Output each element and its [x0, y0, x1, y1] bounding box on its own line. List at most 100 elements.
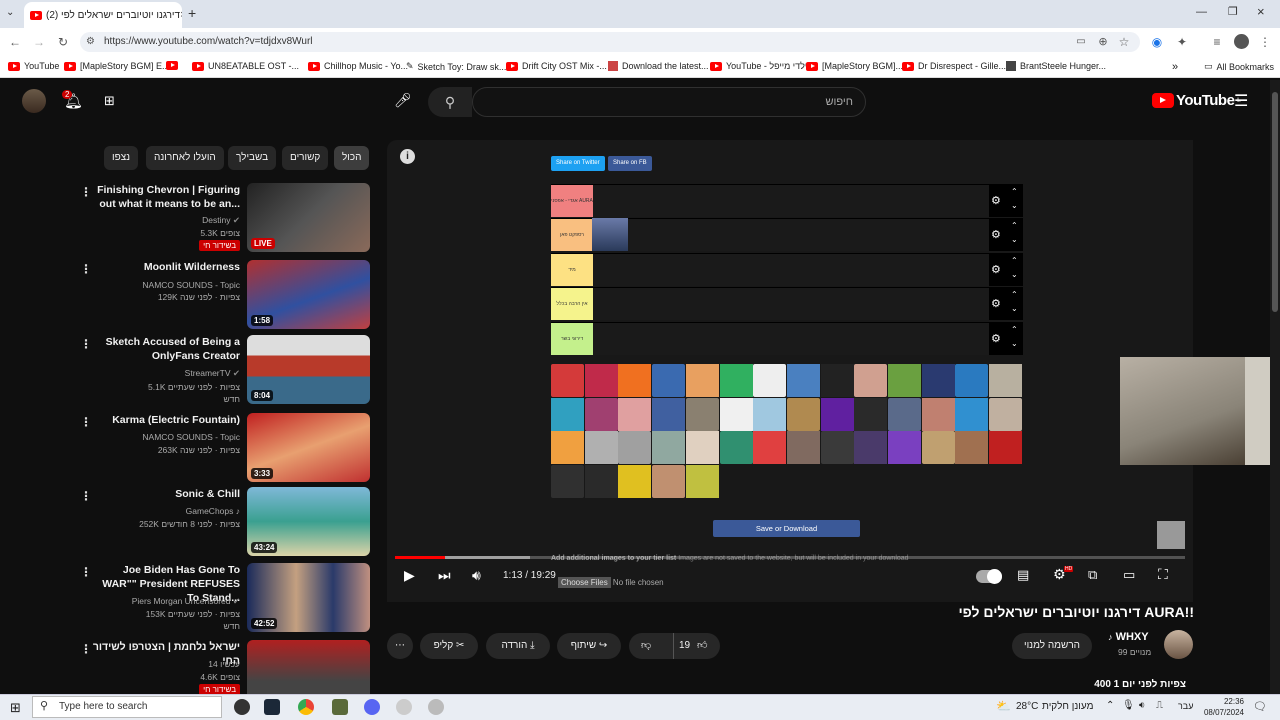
tier-settings-gear-icon[interactable]: ⚙: [991, 332, 1001, 345]
bookmarks-overflow-icon[interactable]: »: [1172, 61, 1178, 73]
like-dislike-group[interactable]: 👎︎ 19 👍︎: [629, 633, 720, 659]
channel-name[interactable]: עכשיו 14: [80, 658, 240, 670]
tier-candidate-image[interactable]: [888, 397, 921, 431]
chip-watched[interactable]: נצפו: [104, 146, 139, 170]
tier-candidate-image[interactable]: [786, 397, 820, 431]
tier-candidate-image[interactable]: [786, 431, 820, 464]
more-options-icon[interactable]: ⋮: [80, 565, 92, 579]
browser-tab[interactable]: (2) דירגנו יוטיוברים ישראלים לפי ×: [24, 2, 182, 28]
tier-candidate-image[interactable]: [854, 364, 888, 397]
tier-candidate-image[interactable]: [753, 431, 787, 464]
video-thumbnail[interactable]: 1:58: [247, 260, 370, 329]
windows-start-icon[interactable]: ⊞: [10, 700, 21, 716]
tab-search-icon[interactable]: ⌄: [6, 7, 20, 21]
subscribe-button[interactable]: הרשמה למנוי: [1012, 633, 1092, 659]
bookmark-item[interactable]: [166, 61, 182, 70]
tier-label[interactable]: אגדי - אפסני AURA: [551, 185, 593, 217]
move-down-chevron-icon[interactable]: ⌄: [1011, 235, 1018, 244]
video-title[interactable]: Moonlit Wilderness: [90, 260, 240, 274]
mic-tray-icon[interactable]: 🎙︎: [1122, 700, 1135, 711]
more-options-icon[interactable]: ⋮: [80, 642, 92, 656]
tier-candidate-image[interactable]: [921, 364, 955, 397]
bookmark-item[interactable]: YouTube: [8, 61, 59, 71]
tier-candidate-image[interactable]: [753, 397, 787, 431]
tier-candidate-image[interactable]: [618, 431, 652, 464]
tier-candidate-image[interactable]: [551, 364, 584, 397]
share-twitter-button[interactable]: Share on Twitter: [551, 156, 605, 171]
menu-kebab-icon[interactable]: ⋮: [1256, 33, 1274, 51]
move-down-chevron-icon[interactable]: ⌄: [1011, 270, 1018, 279]
zoom-icon[interactable]: ⊕: [1094, 33, 1112, 51]
app-icon[interactable]: [332, 699, 348, 715]
tier-candidate-image[interactable]: [989, 431, 1023, 464]
tier-candidate-image[interactable]: [618, 464, 652, 498]
extension-icon[interactable]: ◉: [1148, 33, 1166, 51]
miniplayer-icon[interactable]: ⧉: [1088, 567, 1097, 583]
move-up-chevron-icon[interactable]: ⌃: [1011, 256, 1018, 265]
related-video[interactable]: 3:33 Karma (Electric Fountain) NAMCO SOU…: [70, 413, 370, 483]
video-title[interactable]: Karma (Electric Fountain): [90, 413, 240, 427]
chip-all[interactable]: הכול: [334, 146, 370, 170]
move-up-chevron-icon[interactable]: ⌃: [1011, 290, 1018, 299]
steam-icon[interactable]: [264, 699, 280, 715]
tier-candidate-image[interactable]: [551, 431, 584, 464]
more-options-icon[interactable]: ⋮: [80, 185, 92, 199]
close-tab-icon[interactable]: ×: [180, 9, 182, 21]
tier-candidate-image[interactable]: [719, 431, 753, 464]
volume-icon[interactable]: 🔊︎: [472, 567, 481, 584]
tier-candidate-image[interactable]: [584, 464, 618, 498]
minimize-icon[interactable]: —: [1196, 6, 1207, 18]
tier-candidate-image[interactable]: [618, 364, 652, 397]
tier-candidate-image[interactable]: [652, 464, 686, 498]
extensions-puzzle-icon[interactable]: ✦: [1173, 33, 1191, 51]
tier-candidate-image[interactable]: [584, 397, 618, 431]
tier-candidate-image[interactable]: [820, 397, 854, 431]
speaker-tray-icon[interactable]: 🔉︎: [1139, 700, 1145, 711]
profile-avatar[interactable]: [1234, 34, 1249, 49]
move-down-chevron-icon[interactable]: ⌄: [1011, 201, 1018, 210]
page-scrollbar[interactable]: [1270, 80, 1280, 694]
tier-candidate-image[interactable]: [685, 397, 719, 431]
tier-candidate-image[interactable]: [989, 397, 1023, 431]
tab-search-list-icon[interactable]: ≡: [1208, 33, 1226, 51]
tier-candidate-image[interactable]: [652, 364, 686, 397]
tier-candidate-image[interactable]: [685, 431, 719, 464]
tier-candidate-image[interactable]: [989, 364, 1023, 397]
more-options-icon[interactable]: ⋮: [80, 337, 92, 351]
tier-label[interactable]: רספקט פאן: [551, 219, 593, 252]
clock[interactable]: 22:36 08/07/2024: [1202, 696, 1244, 718]
tier-candidate-image[interactable]: [618, 397, 652, 431]
channel-name-main[interactable]: ♪ WHXY: [1108, 631, 1149, 643]
bookmark-item[interactable]: Chillhop Music - Yo...: [308, 61, 408, 71]
tier-candidate-image[interactable]: [753, 364, 787, 397]
video-thumbnail[interactable]: 8:04: [247, 335, 370, 404]
chip-related[interactable]: קשורים: [282, 146, 329, 170]
bookmark-item[interactable]: UN8EATABLE OST -...: [192, 61, 299, 71]
video-title[interactable]: Finishing Chevron | Figuring out what it…: [90, 183, 240, 211]
related-video[interactable]: 43:24 Sonic & Chill GameChops ♪ 252K צפי…: [70, 487, 370, 557]
close-window-icon[interactable]: ×: [1257, 4, 1265, 19]
file-chooser[interactable]: Choose Files No file chosen: [558, 577, 664, 588]
bookmark-item[interactable]: YouTube - ילדי מייפל: [710, 61, 807, 71]
tier-candidate-image[interactable]: [719, 397, 753, 431]
related-video[interactable]: ישראל נלחמת | הצטרפו לשידור החי עכשיו 14…: [70, 640, 370, 694]
hamburger-menu-icon[interactable]: ☰: [1234, 91, 1248, 111]
bookmark-item[interactable]: Dr Disrespect - Gille...: [902, 61, 1006, 71]
chip-recent[interactable]: הועלו לאחרונה: [146, 146, 224, 170]
voice-search-mic-icon[interactable]: 🎤︎: [394, 92, 412, 109]
tier-candidate-image[interactable]: [888, 431, 921, 464]
discord-icon[interactable]: [364, 699, 380, 715]
tier-row[interactable]: אגדי - אפסני AURA ⚙ ⌃ ⌄: [551, 184, 1023, 217]
theater-mode-icon[interactable]: ▭: [1123, 567, 1135, 583]
tier-candidate-image[interactable]: [955, 364, 989, 397]
video-title[interactable]: Sketch Accused of Being a OnlyFans Creat…: [90, 335, 240, 363]
more-options-icon[interactable]: ⋮: [80, 415, 92, 429]
cast-icon[interactable]: ▭: [1072, 33, 1090, 51]
search-input[interactable]: חיפוש: [472, 87, 866, 117]
obs-icon[interactable]: [234, 699, 250, 715]
share-button[interactable]: שיתוף ↪: [557, 633, 621, 659]
tier-candidate-image[interactable]: [854, 431, 888, 464]
more-actions-icon[interactable]: ⋯: [387, 633, 413, 659]
move-up-chevron-icon[interactable]: ⌃: [1011, 221, 1018, 230]
bookmark-item[interactable]: [MapleStory BGM] E...: [64, 61, 170, 71]
